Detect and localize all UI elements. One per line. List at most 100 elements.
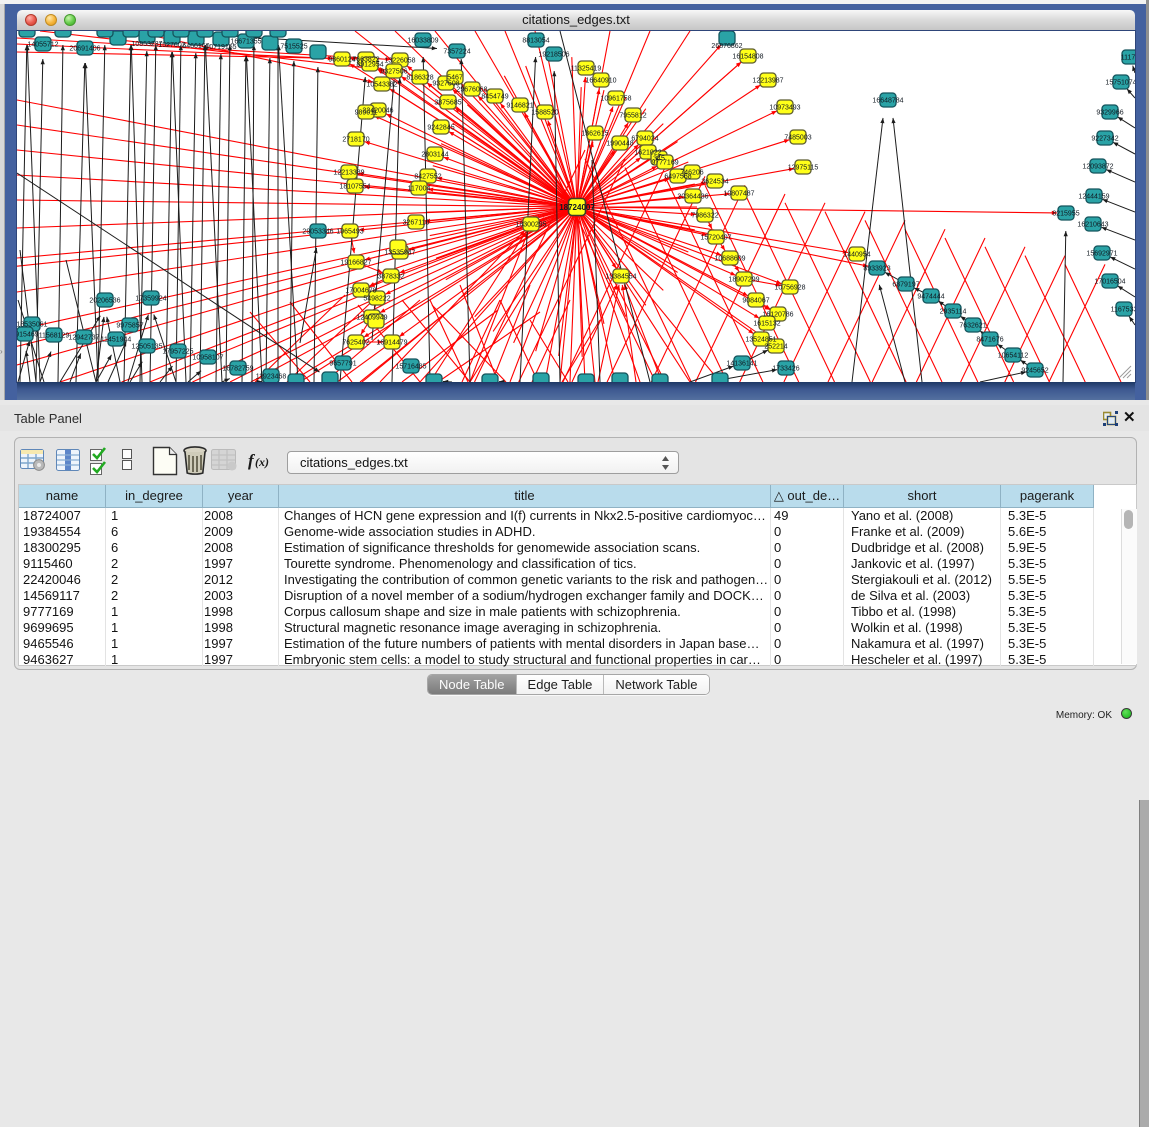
svg-text:18300295: 18300295 (515, 222, 546, 229)
svg-text:7515525: 7515525 (280, 44, 307, 51)
svg-text:20691406: 20691406 (69, 46, 100, 53)
svg-text:19166827: 19166827 (340, 260, 371, 267)
svg-text:20206536: 20206536 (89, 298, 120, 305)
svg-text:20364436: 20364436 (677, 194, 708, 201)
svg-text:252214: 252214 (764, 344, 787, 351)
svg-text:17957225: 17957225 (162, 349, 193, 356)
svg-text:9329966: 9329966 (1096, 110, 1123, 117)
svg-text:17359924: 17359924 (135, 296, 166, 303)
svg-text:7955812: 7955812 (619, 113, 646, 120)
svg-text:18107554: 18107554 (339, 184, 370, 191)
svg-text:18535061: 18535061 (17, 322, 48, 329)
svg-text:12213987: 12213987 (752, 78, 783, 85)
svg-text:11325419: 11325419 (571, 66, 602, 73)
svg-text:1733426: 1733426 (772, 366, 799, 373)
svg-text:13535947: 13535947 (384, 250, 415, 257)
svg-text:12409949: 12409949 (356, 315, 387, 322)
svg-text:7632621: 7632621 (959, 323, 986, 330)
svg-text:10807487: 10807487 (723, 191, 754, 198)
svg-text:7986322: 7986322 (691, 213, 718, 220)
svg-text:3624534: 3624534 (701, 179, 728, 186)
svg-text:12213389: 12213389 (333, 170, 364, 177)
svg-text:12505135: 12505135 (131, 344, 162, 351)
svg-text:7625402: 7625402 (342, 340, 369, 347)
svg-text:9860124: 9860124 (328, 57, 355, 64)
svg-text:9227342: 9227342 (1091, 136, 1118, 143)
svg-text:14136141: 14136141 (726, 361, 757, 368)
svg-text:10756928: 10756928 (774, 285, 805, 292)
svg-text:8933923: 8933923 (863, 266, 890, 273)
svg-text:13524851: 13524851 (745, 337, 776, 344)
svg-text:9975857: 9975857 (116, 323, 143, 330)
svg-text:10543382: 10543382 (366, 82, 397, 89)
svg-text:16648784: 16648784 (872, 98, 903, 105)
svg-text:7485003: 7485003 (784, 135, 811, 142)
svg-text:9327506: 9327506 (380, 69, 407, 76)
svg-text:9245652: 9245652 (1021, 368, 1048, 375)
svg-text:11174: 11174 (1121, 55, 1135, 62)
svg-text:16782759: 16782759 (222, 366, 253, 373)
svg-text:26876862: 26876862 (711, 43, 742, 50)
svg-text:9474444: 9474444 (917, 294, 944, 301)
svg-text:12942737: 12942737 (68, 335, 99, 342)
svg-text:16210643: 16210643 (1077, 222, 1108, 229)
svg-text:3267110: 3267110 (403, 220, 430, 227)
svg-text:16154808: 16154808 (732, 54, 763, 61)
svg-text:10654112: 10654112 (998, 353, 1029, 360)
svg-text:989011: 989011 (355, 110, 378, 117)
svg-text:16033809: 16033809 (407, 38, 438, 45)
svg-text:1362615: 1362615 (581, 131, 608, 138)
svg-text:19384554: 19384554 (605, 274, 636, 281)
svg-text:15720407: 15720407 (700, 235, 731, 242)
svg-text:12093872: 12093872 (1082, 164, 1113, 171)
svg-text:8912954: 8912954 (356, 62, 383, 69)
svg-text:1167533: 1167533 (1111, 307, 1135, 314)
svg-text:8186328: 8186328 (406, 75, 433, 82)
svg-text:2935114: 2935114 (940, 309, 967, 316)
svg-text:9657791: 9657791 (329, 361, 356, 368)
svg-text:10973493: 10973493 (769, 105, 800, 112)
svg-text:10688609: 10688609 (714, 256, 745, 263)
svg-text:1990448: 1990448 (606, 141, 633, 148)
svg-text:11568129: 11568129 (39, 333, 70, 340)
svg-text:16120786: 16120786 (762, 312, 793, 319)
svg-text:11451944: 11451944 (101, 337, 132, 344)
svg-text:1440954: 1440954 (843, 252, 870, 259)
svg-text:2803144: 2803144 (421, 152, 448, 159)
svg-text:15716485: 15716485 (395, 364, 426, 371)
svg-text:19218506: 19218506 (538, 52, 569, 59)
svg-text:7357224: 7357224 (443, 49, 470, 56)
svg-text:3915469: 3915469 (17, 332, 39, 339)
svg-text:10958107: 10958107 (192, 355, 223, 362)
svg-text:10961758: 10961758 (600, 96, 631, 103)
svg-text:9242845: 9242845 (427, 125, 454, 132)
svg-text:12444159: 12444159 (1078, 194, 1109, 201)
svg-text:14055712: 14055712 (27, 42, 58, 49)
svg-text:29053346: 29053346 (302, 229, 333, 236)
svg-text:17016504: 17016504 (1094, 279, 1125, 286)
svg-text:8813054: 8813054 (522, 38, 549, 45)
svg-text:13226058: 13226058 (384, 58, 415, 65)
svg-text:15692971: 15692971 (1086, 251, 1117, 258)
svg-text:746206: 746206 (680, 170, 703, 177)
svg-text:9084067: 9084067 (742, 298, 769, 305)
svg-text:18907299: 18907299 (728, 277, 759, 284)
svg-text:9146821: 9146821 (506, 103, 533, 110)
svg-text:5467: 5467 (447, 75, 463, 82)
svg-text:17004678: 17004678 (345, 288, 376, 295)
svg-text:15751074: 15751074 (1105, 80, 1135, 87)
svg-text:8427552: 8427552 (414, 174, 441, 181)
svg-text:1588520: 1588520 (531, 110, 558, 117)
svg-text:9777169: 9777169 (651, 160, 678, 167)
svg-text:5498222: 5498222 (363, 296, 390, 303)
svg-text:1615132: 1615132 (753, 321, 780, 328)
svg-text:3875685: 3875685 (434, 100, 461, 107)
svg-text:16640910: 16640910 (585, 78, 616, 85)
svg-text:6879197: 6879197 (892, 282, 919, 289)
svg-text:29676068: 29676068 (456, 87, 487, 94)
svg-text:3878332: 3878332 (377, 274, 404, 281)
svg-text:12975115: 12975115 (788, 165, 819, 172)
svg-text:18724007: 18724007 (559, 203, 595, 212)
svg-text:8454749: 8454749 (481, 94, 508, 101)
svg-text:8215955: 8215955 (1052, 211, 1079, 218)
